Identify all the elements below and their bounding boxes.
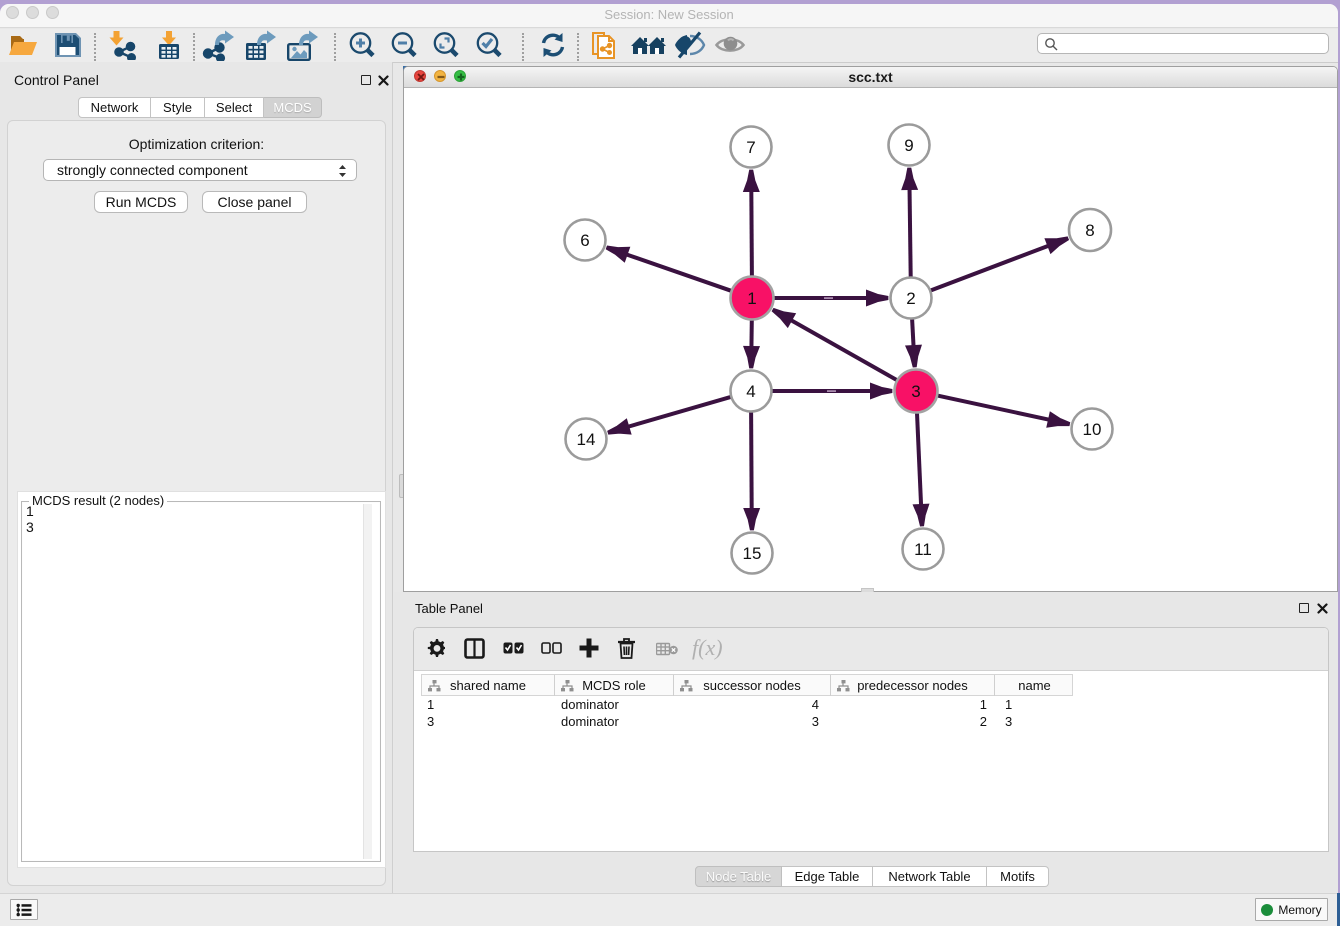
svg-text:11: 11 — [914, 540, 932, 559]
svg-text:8: 8 — [1085, 221, 1094, 240]
svg-text:7: 7 — [746, 138, 755, 157]
svg-text:9: 9 — [904, 136, 913, 155]
svg-text:6: 6 — [580, 231, 589, 250]
svg-text:15: 15 — [743, 544, 762, 563]
svg-text:4: 4 — [746, 382, 755, 401]
svg-text:10: 10 — [1083, 420, 1102, 439]
svg-text:14: 14 — [577, 430, 596, 449]
svg-text:3: 3 — [911, 382, 920, 401]
svg-text:2: 2 — [906, 289, 915, 308]
svg-text:1: 1 — [747, 289, 756, 308]
